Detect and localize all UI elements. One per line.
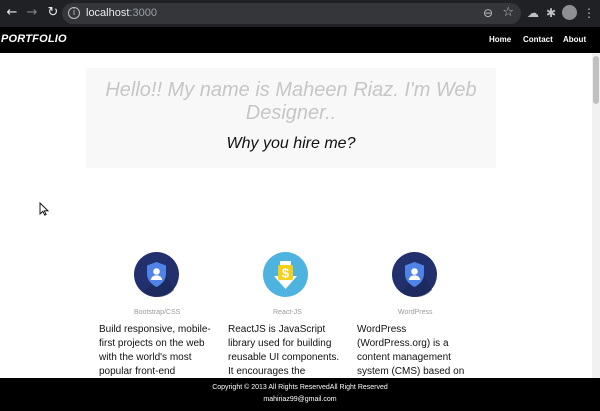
skill-description: Build responsive, mobile-first projects … xyxy=(99,324,211,377)
skill-label: Bootstrap/CSS xyxy=(134,309,181,316)
browser-toolbar: ← → ↻ i localhost:3000 ⊖ ☆ ☁ ✱ ⋮ xyxy=(0,0,600,27)
site-navbar: PORTFOLIO Home Contact About xyxy=(0,27,600,53)
menu-icon[interactable]: ⋮ xyxy=(583,5,595,21)
mouse-cursor-icon xyxy=(39,202,49,216)
brand-logo[interactable]: PORTFOLIO xyxy=(1,33,67,45)
forward-icon[interactable]: → xyxy=(24,5,40,21)
star-icon[interactable]: ☆ xyxy=(502,5,514,20)
site-footer: Copyright © 2013 All Rights ReservedAll … xyxy=(0,378,600,411)
hero-section: Hello!! My name is Maheen Riaz. I'm Web … xyxy=(86,68,496,168)
profile-avatar[interactable] xyxy=(562,5,577,20)
skill-label: React-JS xyxy=(273,309,302,316)
page-scrollbar[interactable] xyxy=(592,53,600,378)
scrollbar-thumb[interactable] xyxy=(593,56,599,104)
skill-label: WordPress xyxy=(398,309,433,316)
url-host: localhost xyxy=(86,7,130,19)
puzzle-icon[interactable]: ✱ xyxy=(544,6,558,20)
dollar-download-icon: $ xyxy=(263,252,308,297)
shield-user-icon xyxy=(392,252,437,298)
svg-text:$: $ xyxy=(282,266,290,281)
hero-title: Hello!! My name is Maheen Riaz. I'm Web … xyxy=(105,79,477,124)
shield-user-icon xyxy=(134,252,179,298)
info-icon[interactable]: i xyxy=(68,7,80,19)
address-bar[interactable]: i localhost:3000 ⊖ ☆ xyxy=(62,3,521,24)
url-text[interactable]: localhost:3000 xyxy=(86,7,157,19)
footer-copyright: Copyright © 2013 All Rights ReservedAll … xyxy=(212,384,388,391)
nav-link-about[interactable]: About xyxy=(563,35,586,44)
back-icon[interactable]: ← xyxy=(4,5,20,21)
nav-link-home[interactable]: Home xyxy=(489,35,511,44)
hero-subtitle: Why you hire me? xyxy=(226,135,356,152)
footer-email[interactable]: mahiriaz99@gmail.com xyxy=(0,396,600,403)
reload-icon[interactable]: ↻ xyxy=(45,5,61,21)
nav-link-contact[interactable]: Contact xyxy=(523,35,553,44)
zoom-icon[interactable]: ⊖ xyxy=(483,6,493,20)
url-port: :3000 xyxy=(129,7,157,19)
extension-icon[interactable]: ☁ xyxy=(526,6,540,20)
